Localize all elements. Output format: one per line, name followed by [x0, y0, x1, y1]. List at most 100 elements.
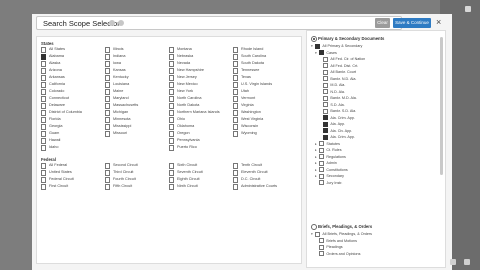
checkbox[interactable] — [323, 108, 329, 114]
checkbox[interactable] — [233, 131, 239, 137]
checkbox[interactable] — [105, 96, 111, 102]
jurisdiction-option[interactable]: Connecticut — [41, 96, 105, 103]
checkbox[interactable] — [323, 69, 329, 75]
checkbox[interactable] — [105, 184, 111, 190]
checkbox[interactable] — [319, 50, 325, 56]
jurisdiction-option[interactable]: Utah — [233, 89, 297, 96]
jurisdiction-option[interactable]: Florida — [41, 117, 105, 124]
checkbox[interactable] — [41, 96, 47, 102]
jurisdiction-option[interactable]: Wisconsin — [233, 124, 297, 131]
jurisdiction-option[interactable]: Maine — [105, 89, 169, 96]
checkbox[interactable] — [169, 145, 175, 151]
checkbox[interactable] — [41, 170, 47, 176]
jurisdiction-option[interactable]: Pennsylvania — [169, 138, 233, 145]
checkbox[interactable] — [41, 75, 47, 81]
checkbox[interactable] — [233, 75, 239, 81]
checkbox[interactable] — [169, 47, 175, 53]
checkbox[interactable] — [105, 124, 111, 130]
jurisdiction-option[interactable]: Iowa — [105, 61, 169, 68]
jurisdiction-option[interactable]: Nebraska — [169, 54, 233, 61]
checkbox[interactable] — [169, 110, 175, 116]
checkbox[interactable] — [41, 145, 47, 151]
checkbox[interactable] — [169, 96, 175, 102]
checkbox[interactable] — [233, 184, 239, 190]
checkbox[interactable] — [41, 184, 47, 190]
checkbox[interactable] — [105, 61, 111, 67]
checkbox[interactable] — [169, 163, 175, 169]
checkbox[interactable] — [169, 124, 175, 130]
jurisdiction-option[interactable]: Ohio — [169, 117, 233, 124]
checkbox[interactable] — [319, 160, 325, 166]
checkbox[interactable] — [41, 177, 47, 183]
checkbox[interactable] — [169, 68, 175, 74]
checkbox[interactable] — [323, 128, 329, 134]
jurisdiction-option[interactable]: New Mexico — [169, 82, 233, 89]
jurisdiction-option[interactable]: New Jersey — [169, 75, 233, 82]
jurisdiction-option[interactable]: Ninth Circuit — [169, 184, 233, 191]
checkbox[interactable] — [105, 163, 111, 169]
checkbox[interactable] — [105, 75, 111, 81]
checkbox[interactable] — [315, 43, 321, 49]
checkbox[interactable] — [169, 117, 175, 123]
jurisdiction-option[interactable]: Illinois — [105, 47, 169, 54]
checkbox[interactable] — [41, 110, 47, 116]
checkbox[interactable] — [233, 170, 239, 176]
jurisdiction-option[interactable]: Puerto Rico — [169, 145, 233, 152]
help-icon[interactable] — [118, 20, 124, 26]
jurisdiction-option[interactable]: Administrative Courts — [233, 184, 297, 191]
checkbox[interactable] — [233, 163, 239, 169]
checkbox[interactable] — [233, 68, 239, 74]
checkbox[interactable] — [105, 110, 111, 116]
jurisdiction-option[interactable]: District of Columbia — [41, 110, 105, 117]
checkbox[interactable] — [105, 117, 111, 123]
jurisdiction-option[interactable]: Louisiana — [105, 82, 169, 89]
checkbox[interactable] — [105, 82, 111, 88]
jurisdiction-option[interactable]: Missouri — [105, 131, 169, 138]
checkbox[interactable] — [41, 124, 47, 130]
checkbox[interactable] — [169, 103, 175, 109]
checkbox[interactable] — [41, 82, 47, 88]
checkbox[interactable] — [41, 117, 47, 123]
checkbox[interactable] — [41, 103, 47, 109]
jurisdiction-option[interactable]: Maryland — [105, 96, 169, 103]
checkbox[interactable] — [105, 47, 111, 53]
save-continue-button[interactable]: Save & Continue — [393, 18, 431, 28]
checkbox[interactable] — [105, 177, 111, 183]
jurisdiction-option[interactable]: New Hampshire — [169, 68, 233, 75]
checkbox[interactable] — [105, 131, 111, 137]
checkbox[interactable] — [319, 244, 325, 250]
jurisdiction-option[interactable]: Massachusetts — [105, 103, 169, 110]
jurisdiction-option[interactable]: All States — [41, 47, 105, 54]
jurisdiction-option[interactable]: Minnesota — [105, 117, 169, 124]
checkbox[interactable] — [319, 251, 325, 257]
checkbox[interactable] — [319, 238, 325, 244]
checkbox[interactable] — [105, 54, 111, 60]
checkbox[interactable] — [323, 121, 329, 127]
jurisdiction-option[interactable]: Arkansas — [41, 75, 105, 82]
jurisdiction-option[interactable]: Kansas — [105, 68, 169, 75]
jurisdiction-option[interactable]: U.S. Virgin Islands — [233, 82, 297, 89]
jurisdiction-option[interactable]: Alabama — [41, 54, 105, 61]
jurisdiction-option[interactable]: Third Circuit — [105, 170, 169, 177]
jurisdiction-option[interactable]: Tenth Circuit — [233, 163, 297, 170]
checkbox[interactable] — [41, 89, 47, 95]
checkbox[interactable] — [169, 89, 175, 95]
jurisdiction-option[interactable]: Kentucky — [105, 75, 169, 82]
checkbox[interactable] — [169, 82, 175, 88]
jurisdiction-option[interactable]: Alaska — [41, 61, 105, 68]
jurisdiction-option[interactable]: Northern Mariana Islands — [169, 110, 233, 117]
primary-secondary-radio[interactable] — [311, 36, 317, 42]
clear-button[interactable]: Clear — [375, 18, 390, 28]
checkbox[interactable] — [233, 110, 239, 116]
checkbox[interactable] — [233, 61, 239, 67]
jurisdiction-option[interactable]: South Dakota — [233, 61, 297, 68]
menu-icon[interactable] — [464, 259, 470, 265]
checkbox[interactable] — [233, 47, 239, 53]
checkbox[interactable] — [105, 89, 111, 95]
checkbox[interactable] — [233, 103, 239, 109]
checkbox[interactable] — [41, 61, 47, 67]
checkbox[interactable] — [41, 68, 47, 74]
jurisdiction-option[interactable]: D.C. Circuit — [233, 177, 297, 184]
checkbox[interactable] — [319, 180, 325, 186]
jurisdiction-option[interactable]: Washington — [233, 110, 297, 117]
